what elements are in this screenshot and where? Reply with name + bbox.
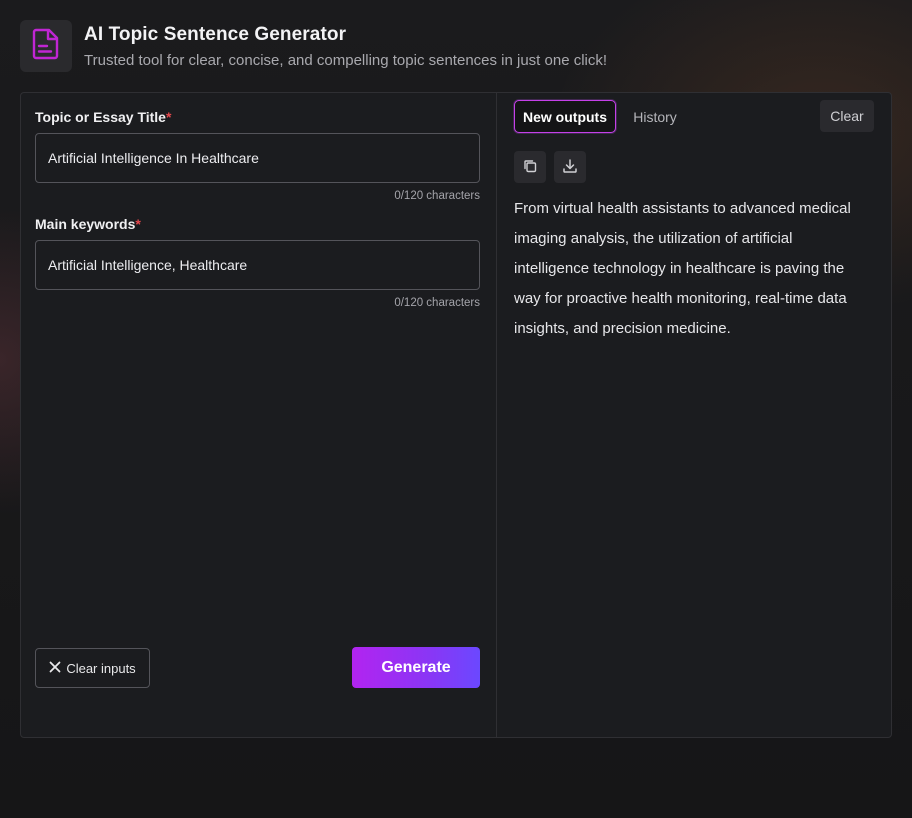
generator-panel: Topic or Essay Title* 0/120 characters M… [20,92,892,738]
tab-history[interactable]: History [621,100,689,133]
keywords-label-text: Main keywords [35,216,136,232]
download-icon [562,158,578,177]
copy-button[interactable] [514,151,546,183]
keywords-char-count: 0/120 characters [394,297,480,309]
keywords-label: Main keywords* [35,216,141,232]
app-title: AI Topic Sentence Generator [84,24,347,45]
tab-new-outputs[interactable]: New outputs [514,100,616,133]
topic-char-count: 0/120 characters [394,190,480,202]
download-button[interactable] [554,151,586,183]
app-subtitle: Trusted tool for clear, concise, and com… [84,52,608,69]
clear-inputs-button[interactable]: Clear inputs [35,648,150,688]
copy-icon [523,159,537,176]
close-icon [49,661,61,676]
topic-label-text: Topic or Essay Title [35,109,166,125]
clear-output-button[interactable]: Clear [820,100,874,132]
input-section: Topic or Essay Title* 0/120 characters M… [21,93,497,737]
app-logo [20,20,72,72]
required-mark: * [135,216,141,232]
required-mark: * [165,109,172,125]
document-icon [31,27,61,66]
topic-input[interactable] [35,133,480,183]
clear-inputs-label: Clear inputs [66,660,136,676]
generated-output-text: From virtual health assistants to advanc… [514,200,851,337]
generate-button[interactable]: Generate [352,647,480,688]
topic-label: Topic or Essay Title* [35,109,171,125]
keywords-input[interactable] [35,240,480,290]
output-section: New outputs History Clear From virtual h… [497,93,891,737]
app-header: AI Topic Sentence Generator Trusted tool… [20,20,607,72]
